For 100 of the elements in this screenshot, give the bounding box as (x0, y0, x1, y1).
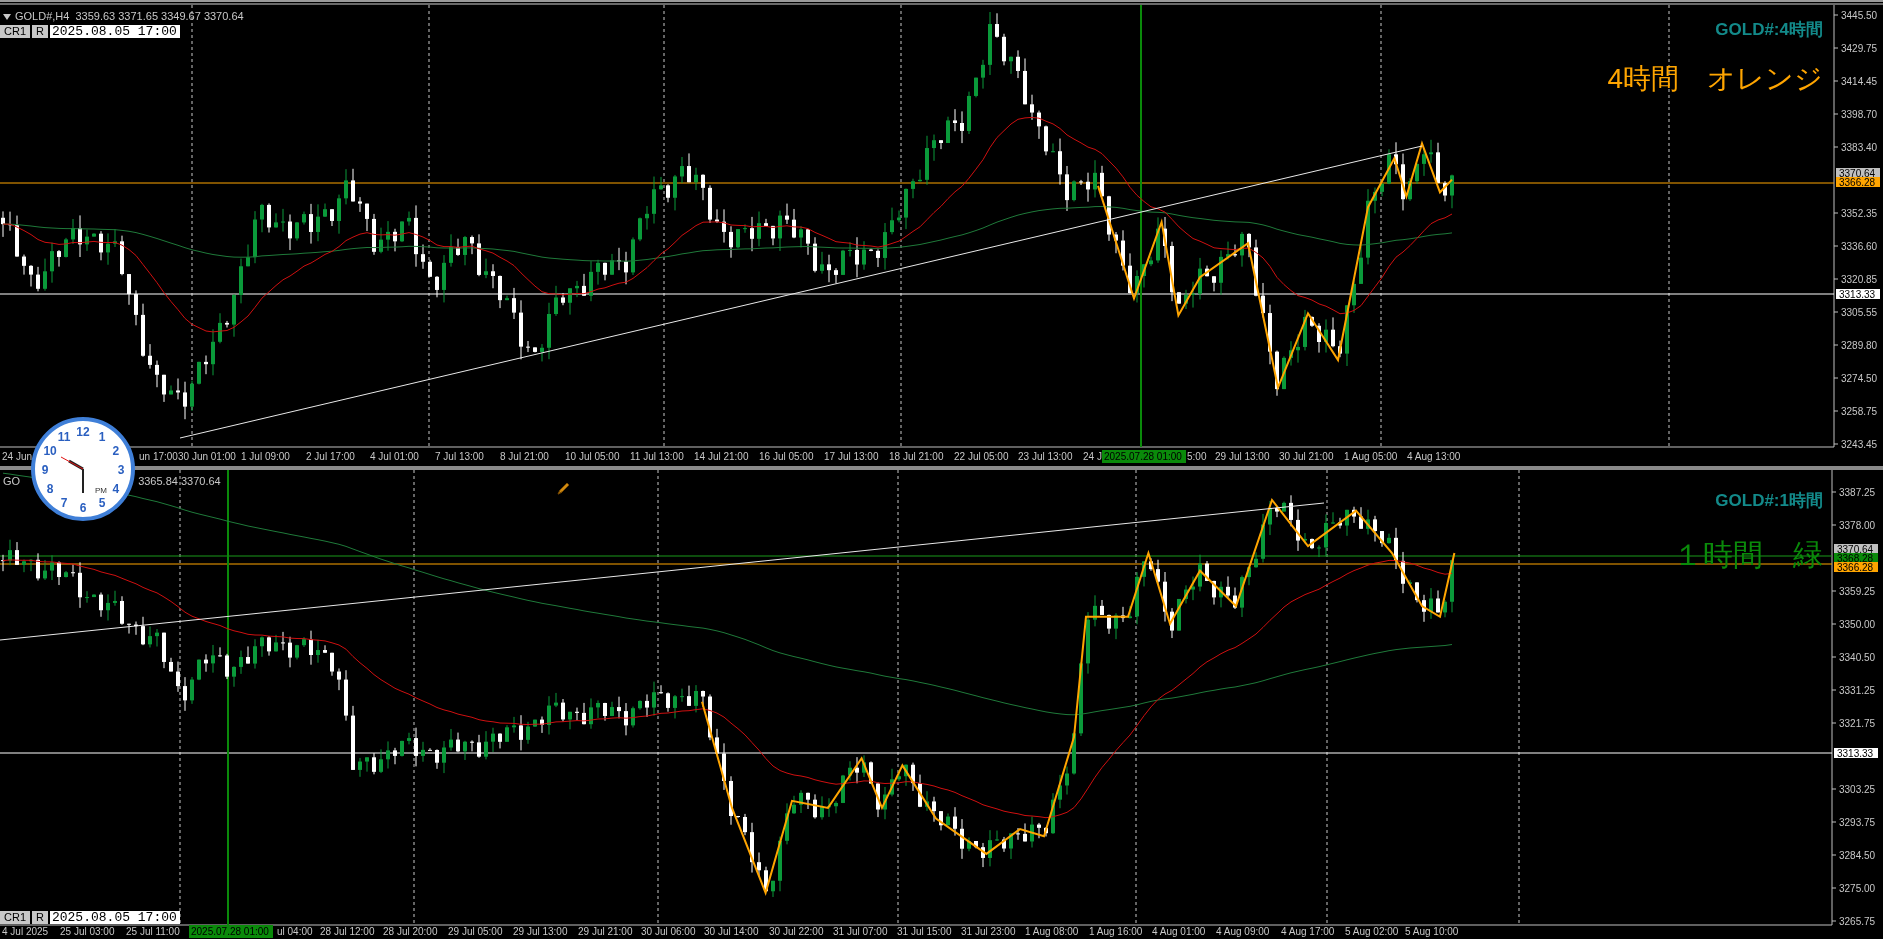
price-axis-label: 3340.50 (1839, 652, 1876, 663)
time-axis-label: 29 Jul 13:00 (513, 926, 568, 937)
time-axis-label: 30 Jul 06:00 (641, 926, 696, 937)
time-axis-label: 17 Jul 13:00 (824, 451, 879, 462)
candlestick (113, 590, 117, 607)
chart-button[interactable]: CR1 (0, 911, 30, 924)
price-axis-label: 3359.25 (1839, 586, 1876, 597)
price-axis-label: 3275.00 (1839, 883, 1876, 894)
time-axis-label: 18 Jul 21:00 (889, 451, 944, 462)
candlestick (71, 564, 75, 578)
chart-button[interactable]: R (32, 25, 48, 38)
time-axis-label: 16 Jul 05:00 (759, 451, 814, 462)
candlestick (43, 258, 47, 292)
candlestick (64, 570, 68, 578)
candlestick (1, 210, 5, 238)
clock-period: PM (95, 486, 107, 495)
candlestick (22, 254, 26, 276)
time-axis-label: 30 Jul 21:00 (1279, 451, 1334, 462)
clock-number: 7 (60, 495, 68, 510)
price-axis-label: 3398.70 (1841, 109, 1878, 120)
candlestick (134, 621, 138, 636)
price-axis-label: 3305.55 (1841, 307, 1878, 318)
price-axis-label: 3321.75 (1839, 718, 1876, 729)
price-axis-label: 3289.80 (1841, 340, 1878, 351)
crosshair-time-label: 2025.07.28 01:00 (189, 925, 273, 938)
candlestick (141, 303, 145, 358)
time-axis-label: 24 Jun (2, 451, 33, 462)
price-flag: 3313.33 (1834, 748, 1878, 759)
candlestick (120, 595, 124, 626)
time-axis-label: 30 Jul 14:00 (704, 926, 759, 937)
candlestick (141, 616, 145, 646)
candlestick (36, 552, 40, 581)
time-axis-label: 24 J (1083, 451, 1102, 462)
ohlc-prices: 3365.84 3370.64 (138, 476, 221, 487)
candlestick (127, 273, 131, 306)
clock-number: 11 (57, 430, 71, 445)
chart-button[interactable]: CR1 (0, 25, 30, 38)
pencil-icon (556, 482, 570, 496)
price-axis-label: 3414.45 (1841, 76, 1878, 87)
candlestick (106, 593, 110, 621)
time-axis-label: 31 Jul 15:00 (897, 926, 952, 937)
datetime-field[interactable]: 2025.08.05 17:00 (49, 25, 180, 38)
candlestick (29, 558, 33, 572)
price-axis-label: 3293.75 (1839, 817, 1876, 828)
time-axis-label: 29 Jul 13:00 (1215, 451, 1270, 462)
candlestick (8, 211, 12, 232)
time-axis-label: 5 Aug 02:00 (1345, 926, 1399, 937)
candlestick (1, 554, 5, 572)
candlestick (106, 232, 110, 266)
chart-button[interactable]: R (32, 911, 48, 924)
clock-number: 8 (46, 482, 54, 496)
price-axis-label: 3378.00 (1839, 520, 1876, 531)
candlestick (78, 214, 82, 258)
candlestick (15, 541, 19, 566)
time-axis-label: 5:00 (1187, 451, 1207, 462)
time-axis-label: 28 Jul 20:00 (383, 926, 438, 937)
candlestick (99, 230, 103, 261)
time-axis-label: 28 Jul 12:00 (320, 926, 375, 937)
chart-note: 4時間 オレンジ (1607, 65, 1823, 93)
datetime-field[interactable]: 2025.08.05 17:00 (49, 911, 180, 924)
time-axis-label: 11 Jul 13:00 (630, 451, 684, 462)
ohlc-prices: 3359.63 3371.65 3349.67 3370.64 (75, 11, 244, 22)
price-flag: 3313.33 (1836, 289, 1880, 300)
candlestick (92, 593, 96, 598)
time-axis-label: 1 Jul 09:00 (241, 451, 290, 462)
price-axis-label: 3303.25 (1839, 784, 1876, 795)
candlestick (127, 623, 131, 635)
clock-number: 9 (41, 463, 49, 477)
candlestick (78, 561, 82, 609)
candlestick (15, 215, 19, 258)
time-axis-label: 30 Jun 01:00 (178, 451, 236, 462)
candlestick (113, 228, 117, 248)
clock-number: 5 (98, 495, 106, 510)
candlestick (92, 232, 96, 238)
time-axis-label: 4 Aug 01:00 (1152, 926, 1206, 937)
candlestick (8, 539, 12, 566)
candlestick (50, 554, 54, 581)
time-axis-label: 25 Jul 11:00 (126, 926, 180, 937)
price-axis-label: 3274.50 (1841, 373, 1878, 384)
time-axis-label: 29 Jul 21:00 (578, 926, 633, 937)
chart-title: GOLD#:4時間 (1715, 21, 1823, 38)
candlestick (50, 242, 54, 284)
price-axis-label: 3284.50 (1839, 850, 1876, 861)
time-axis-label: 10 Jul 05:00 (565, 451, 620, 462)
time-axis-label: 1 Aug 16:00 (1089, 926, 1143, 937)
time-axis-label: 22 Jul 05:00 (954, 451, 1009, 462)
clock-number: 3 (117, 463, 125, 477)
candlestick (57, 249, 61, 268)
caret-icon[interactable] (3, 13, 11, 20)
price-flag: 3366.28 (1836, 177, 1880, 188)
price-axis-label: 3350.00 (1839, 619, 1876, 630)
price-axis-label: 3429.75 (1841, 43, 1878, 54)
crosshair-time-label: 2025.07.28 01:00 (1102, 450, 1186, 463)
price-axis-label: 3445.50 (1841, 10, 1878, 21)
candlestick (85, 229, 89, 252)
time-axis-label: 30 Jul 22:00 (769, 926, 824, 937)
candlestick (36, 266, 40, 292)
time-axis-label: 4 Jul 01:00 (370, 451, 419, 462)
clock-number: 1 (98, 430, 106, 445)
price-flag: 3366.28 (1834, 562, 1878, 573)
